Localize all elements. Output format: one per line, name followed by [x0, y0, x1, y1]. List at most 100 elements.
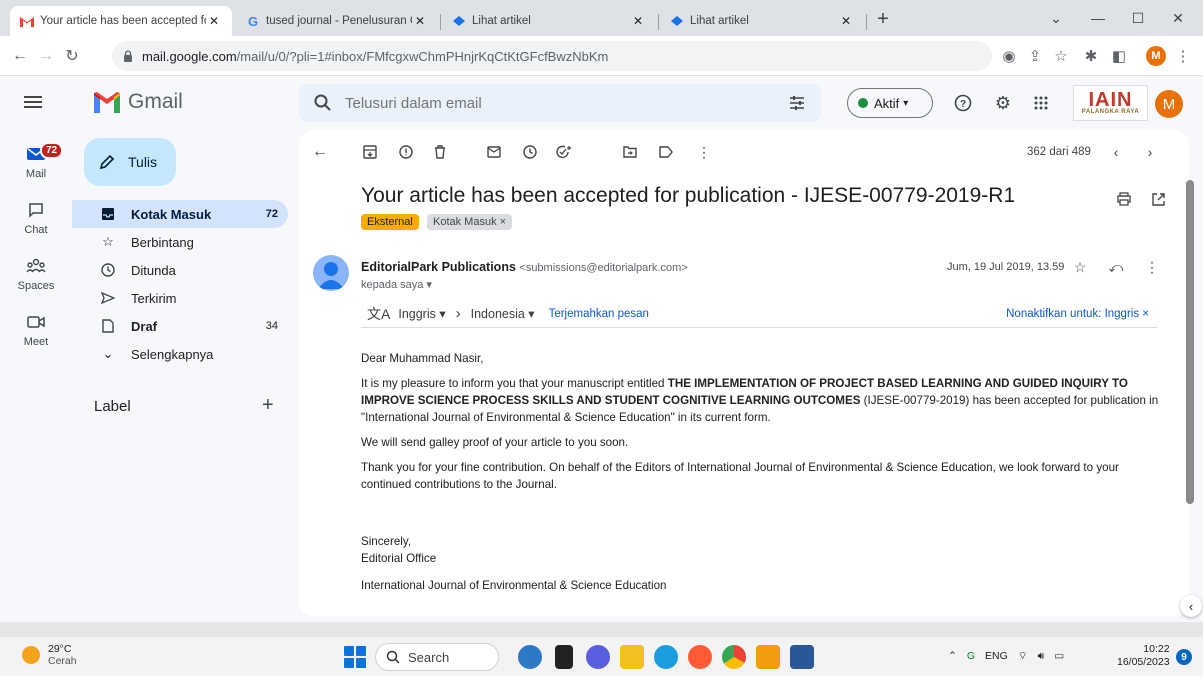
file-explorer-icon[interactable]	[620, 645, 644, 669]
side-panel-icon[interactable]: ◧	[1110, 47, 1128, 65]
tab-lihat-artikel-1[interactable]: Lihat artikel ✕	[442, 6, 656, 36]
scrollbar-thumb[interactable]	[1186, 180, 1194, 504]
disable-translation-link[interactable]: Nonaktifkan untuk: Inggris ×	[1006, 308, 1149, 320]
help-icon[interactable]: ?	[952, 92, 974, 114]
notification-badge[interactable]: 9	[1176, 649, 1192, 665]
address-bar[interactable]: mail.google.com/mail/u/0/?pli=1#inbox/FM…	[112, 41, 992, 71]
wifi-icon[interactable]: ⌔	[1018, 649, 1028, 663]
windows-start-icon[interactable]	[344, 646, 366, 668]
eye-icon[interactable]: ◉	[1000, 47, 1018, 65]
apps-grid-icon[interactable]	[1030, 92, 1052, 114]
sender-avatar[interactable]	[313, 255, 349, 291]
inbox-label-chip[interactable]: Kotak Masuk ×	[427, 214, 513, 230]
taskbar-app-icon[interactable]	[518, 645, 542, 669]
message-pager: 362 dari 489	[1027, 146, 1091, 158]
close-tab-icon[interactable]: ✕	[206, 14, 222, 28]
add-task-icon[interactable]	[555, 143, 573, 161]
weather-widget[interactable]: 29°C Cerah	[22, 643, 77, 667]
profile-avatar[interactable]: M	[1146, 46, 1166, 66]
more-vert-icon[interactable]: ⋮	[1174, 47, 1192, 65]
teams-chat-icon[interactable]	[586, 645, 610, 669]
menu-icon[interactable]	[22, 92, 44, 112]
newer-chevron-icon[interactable]: ‹	[1107, 143, 1125, 161]
close-tab-icon[interactable]: ✕	[630, 14, 646, 28]
email-body: Dear Muhammad Nasir, It is my pleasure t…	[361, 350, 1161, 594]
nav-more[interactable]: ⌄ Selengkapnya	[72, 340, 288, 368]
close-tab-icon[interactable]: ✕	[412, 14, 428, 28]
sender-name[interactable]: EditorialPark Publications	[361, 260, 516, 274]
maximize-button[interactable]: ☐	[1118, 6, 1158, 30]
print-icon[interactable]	[1115, 190, 1133, 208]
older-chevron-icon[interactable]: ›	[1141, 143, 1159, 161]
translate-bar: 文A Inggris ▾ › Indonesia ▾ Terjemahkan p…	[361, 300, 1157, 328]
minimize-button[interactable]: —	[1078, 6, 1118, 30]
nav-drafts[interactable]: Draf 34	[72, 312, 288, 340]
nav-starred[interactable]: ☆ Berbintang	[72, 228, 288, 256]
add-label-button[interactable]: +	[262, 394, 274, 417]
nav-inbox[interactable]: Kotak Masuk 72	[72, 200, 288, 228]
extensions-icon[interactable]: ✱	[1082, 47, 1100, 65]
show-side-panel-icon[interactable]: ‹	[1180, 595, 1202, 617]
taskbar-search[interactable]: Search	[375, 643, 499, 671]
bookmark-star-icon[interactable]: ☆	[1052, 47, 1070, 65]
target-language-select[interactable]: Indonesia ▾	[471, 306, 535, 321]
scrollbar[interactable]	[1186, 180, 1196, 504]
tab-search-button[interactable]: ⌄	[1036, 6, 1076, 30]
edge-browser-icon[interactable]	[654, 645, 678, 669]
rail-meet[interactable]: Meet	[0, 312, 72, 348]
settings-gear-icon[interactable]: ⚙	[992, 92, 1014, 114]
close-window-button[interactable]: ✕	[1158, 6, 1198, 30]
mail-search-box[interactable]	[299, 84, 821, 122]
rail-label: Mail	[25, 168, 47, 180]
more-options-icon[interactable]: ⋮	[695, 143, 713, 161]
label-tag-icon[interactable]	[657, 143, 675, 161]
back-to-inbox-icon[interactable]: ←	[311, 143, 329, 161]
volume-icon[interactable]: 🔊︎	[1038, 650, 1045, 663]
rail-spaces[interactable]: Spaces	[0, 256, 72, 292]
word-icon[interactable]	[790, 645, 814, 669]
tab-gmail[interactable]: Your article has been accepted fo ✕	[10, 6, 232, 36]
search-icon[interactable]	[313, 93, 333, 113]
reload-icon[interactable]: ↻	[62, 46, 82, 66]
open-in-new-window-icon[interactable]	[1149, 190, 1167, 208]
recipient-details[interactable]: kepada saya ▾	[361, 278, 432, 291]
new-tab-button[interactable]: +	[872, 9, 894, 31]
gmail-logo[interactable]: Gmail	[92, 90, 183, 114]
nav-snoozed[interactable]: Ditunda	[72, 256, 288, 284]
mark-unread-icon[interactable]	[485, 143, 503, 161]
battery-icon[interactable]: ▭	[1054, 650, 1064, 662]
task-view-icon[interactable]	[555, 645, 573, 669]
compose-button[interactable]: Tulis	[84, 138, 176, 186]
source-language-select[interactable]: Inggris ▾	[398, 306, 445, 321]
firefox-icon[interactable]	[688, 645, 712, 669]
close-tab-icon[interactable]: ✕	[838, 14, 854, 28]
network-app-icon[interactable]: G	[967, 650, 975, 662]
report-spam-icon[interactable]	[397, 143, 415, 161]
share-icon[interactable]: ⇪	[1026, 47, 1044, 65]
nav-sent[interactable]: Terkirim	[72, 284, 288, 312]
status-dropdown[interactable]: Aktif ▾	[847, 88, 933, 118]
snooze-clock-icon[interactable]	[521, 143, 539, 161]
back-arrow-icon[interactable]: ←	[10, 46, 30, 66]
account-avatar[interactable]: M	[1155, 90, 1183, 118]
archive-icon[interactable]	[361, 143, 379, 161]
tab-lihat-artikel-2[interactable]: Lihat artikel ✕	[660, 6, 864, 36]
forward-arrow-icon[interactable]: →	[36, 46, 56, 66]
search-icon	[386, 650, 400, 664]
rail-chat[interactable]: Chat	[0, 200, 72, 236]
reply-icon[interactable]: ⤺	[1107, 258, 1125, 276]
organization-logo[interactable]: IAIN PALANGKA RAYA	[1073, 85, 1148, 121]
chrome-icon[interactable]	[722, 645, 746, 669]
search-options-icon[interactable]	[787, 93, 807, 113]
search-input[interactable]	[345, 94, 765, 112]
star-icon[interactable]: ☆	[1071, 258, 1089, 276]
taskbar-app-icon[interactable]	[756, 645, 780, 669]
trash-icon[interactable]	[431, 143, 449, 161]
tab-google-search[interactable]: G tused journal - Penelusuran Goo ✕	[236, 6, 438, 36]
more-vert-icon[interactable]: ⋮	[1143, 258, 1161, 276]
chevron-up-icon[interactable]: ⌃	[948, 650, 957, 662]
language-indicator[interactable]: ENG	[985, 650, 1008, 662]
translate-message-link[interactable]: Terjemahkan pesan	[549, 308, 649, 320]
move-to-folder-icon[interactable]	[621, 143, 639, 161]
taskbar-clock[interactable]: 10:22 16/05/2023	[1117, 643, 1170, 669]
